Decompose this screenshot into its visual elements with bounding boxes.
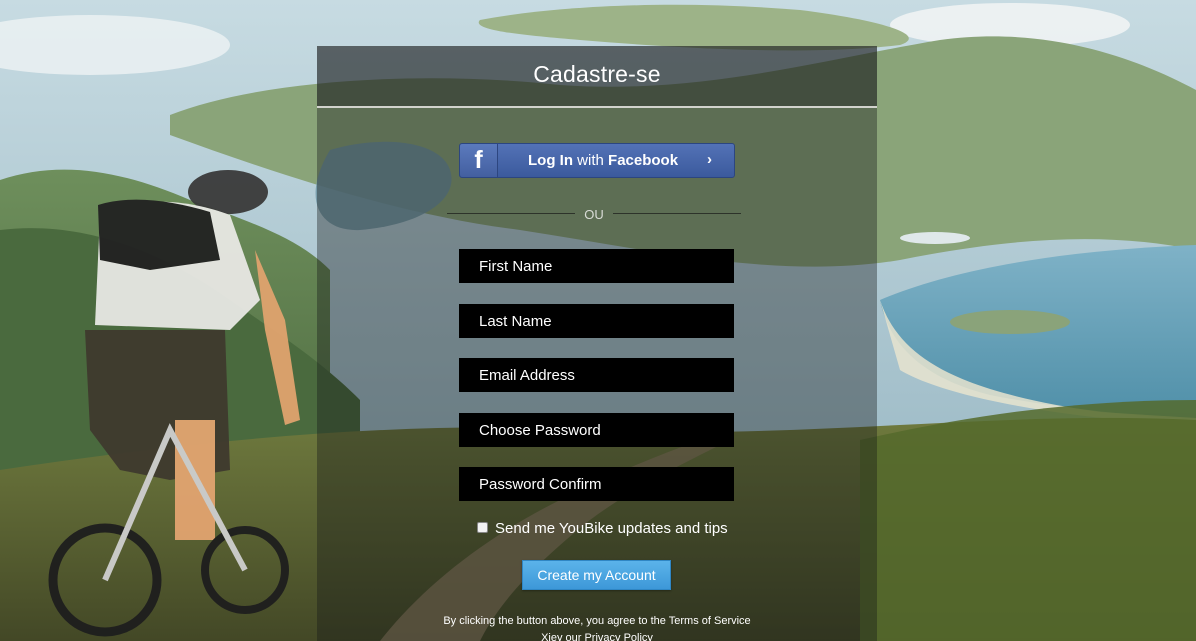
facebook-login-with: with [577,152,604,169]
password-confirm-input[interactable] [459,467,734,501]
last-name-input[interactable] [459,304,734,338]
or-separator: OU [447,207,741,222]
signup-panel: Cadastre-se f Log In with Facebook › OU … [317,46,877,641]
newsletter-label: Send me YouBike updates and tips [495,520,728,537]
page-title: Cadastre-se [533,61,661,87]
password-input[interactable] [459,413,734,447]
separator-line-right [613,213,741,214]
facebook-login-label: Log In with Facebook [528,152,678,169]
terms-text: By clicking the button above, you agree … [443,615,751,641]
facebook-login-prefix: Log In [528,152,573,169]
panel-header: Cadastre-se [317,46,877,108]
facebook-login-button[interactable]: f Log In with Facebook › [459,143,735,178]
facebook-login-brand: Facebook [608,152,679,169]
newsletter-checkbox[interactable] [477,522,488,533]
facebook-icon: f [474,146,483,174]
create-account-button[interactable]: Create my Account [522,560,671,590]
email-input[interactable] [459,358,734,392]
chevron-right-icon: › [707,151,712,168]
or-separator-label: OU [584,207,604,222]
facebook-logo-box: f [460,144,498,177]
first-name-input[interactable] [459,249,734,283]
signup-page: Cadastre-se f Log In with Facebook › OU … [0,0,1196,641]
